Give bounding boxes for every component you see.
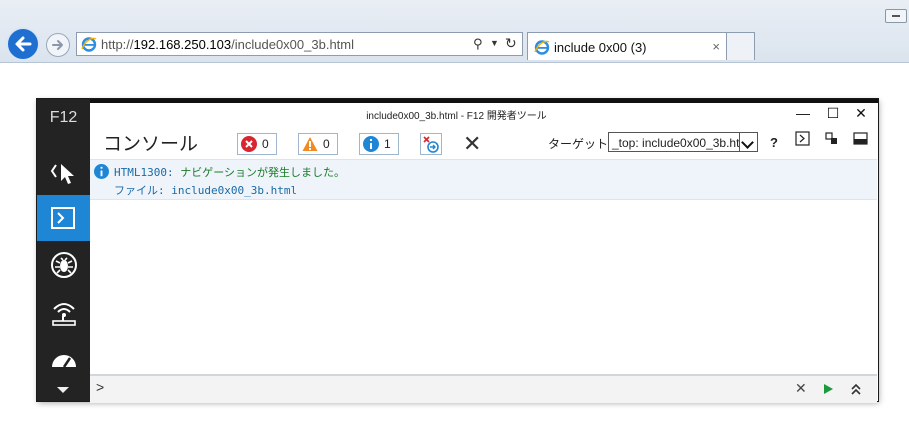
devtools-title: include0x00_3b.html - F12 開発者ツール bbox=[366, 111, 547, 122]
performance-icon bbox=[52, 355, 76, 368]
console-input-bar[interactable]: > ✕ bbox=[90, 374, 877, 403]
url-text: http://192.168.250.103/include0x00_3b.ht… bbox=[101, 37, 354, 52]
console-heading: コンソール bbox=[103, 133, 199, 155]
console-message-text: HTML1300: ナビゲーションが発生しました。 bbox=[114, 164, 345, 180]
run-icon[interactable] bbox=[823, 384, 833, 394]
back-arrow-icon bbox=[15, 36, 32, 52]
url-path: /include0x00_3b.html bbox=[231, 37, 354, 52]
message-file-link[interactable]: include0x00_3b.html bbox=[171, 184, 297, 197]
expand-icon[interactable] bbox=[851, 383, 861, 395]
chevron-down-icon[interactable] bbox=[739, 133, 757, 151]
keep-messages-icon bbox=[423, 136, 439, 153]
debugger-tool[interactable] bbox=[37, 241, 90, 287]
more-tools-chevron-down-icon[interactable] bbox=[57, 387, 69, 393]
target-label: ターゲット: bbox=[548, 137, 612, 151]
error-icon bbox=[241, 136, 257, 152]
back-button[interactable] bbox=[6, 27, 40, 61]
chevron-down-icon[interactable]: ▼ bbox=[490, 38, 499, 48]
f12-label: F12 bbox=[49, 109, 78, 126]
undock-icon[interactable] bbox=[825, 132, 838, 145]
devtools-top-border bbox=[37, 99, 878, 103]
console-message-source: ファイル: include0x00_3b.html bbox=[114, 182, 297, 198]
message-file-label: ファイル: bbox=[114, 184, 165, 197]
warning-icon bbox=[302, 137, 318, 151]
info-filter-button[interactable]: 1 bbox=[359, 133, 399, 155]
console-prompt: > bbox=[96, 379, 105, 395]
ie-icon bbox=[81, 37, 97, 52]
keep-messages-button[interactable] bbox=[420, 133, 442, 155]
forward-arrow-icon bbox=[52, 40, 63, 50]
clear-input-icon[interactable]: ✕ bbox=[795, 380, 807, 397]
minimize-button[interactable]: — bbox=[793, 105, 813, 123]
network-icon bbox=[52, 303, 76, 326]
target-select[interactable]: _top: include0x00_3b.html bbox=[608, 132, 758, 152]
console-tool[interactable] bbox=[37, 195, 90, 241]
address-bar[interactable]: http://192.168.250.103/include0x00_3b.ht… bbox=[76, 32, 523, 56]
dom-explorer-icon bbox=[50, 164, 74, 184]
forward-button[interactable] bbox=[46, 33, 70, 57]
clear-console-button[interactable]: ✕ bbox=[463, 133, 481, 155]
tab-close-button[interactable]: × bbox=[712, 39, 720, 54]
help-icon[interactable]: ? bbox=[770, 135, 778, 150]
info-icon bbox=[363, 136, 379, 152]
browser-chrome: http://192.168.250.103/include0x00_3b.ht… bbox=[0, 0, 909, 63]
debugger-icon bbox=[51, 252, 77, 278]
search-icon[interactable]: ⚲ bbox=[473, 36, 483, 52]
console-toggle-icon[interactable] bbox=[795, 131, 810, 146]
url-scheme: http:// bbox=[101, 37, 134, 52]
window-restore-button[interactable] bbox=[885, 9, 907, 23]
devtools-window: F12 include0x00_3b.html - F12 開発者ツール — ☐… bbox=[37, 99, 878, 403]
warnings-filter-button[interactable]: 0 bbox=[298, 133, 338, 155]
errors-filter-button[interactable]: 0 bbox=[237, 133, 277, 155]
new-tab-button[interactable] bbox=[727, 32, 755, 60]
network-tool[interactable] bbox=[37, 289, 90, 335]
info-count: 1 bbox=[384, 137, 391, 151]
url-host: 192.168.250.103 bbox=[133, 37, 232, 52]
target-select-value: _top: include0x00_3b.html bbox=[612, 136, 753, 150]
devtools-sidebar: F12 bbox=[37, 99, 90, 401]
maximize-button[interactable]: ☐ bbox=[823, 105, 843, 123]
message-text: ナビゲーションが発生しました。 bbox=[180, 166, 346, 179]
close-button[interactable]: ✕ bbox=[851, 105, 871, 123]
browser-tab[interactable]: include 0x00 (3) × bbox=[527, 32, 727, 60]
console-icon bbox=[51, 207, 75, 229]
dom-explorer-tool[interactable] bbox=[37, 149, 90, 195]
info-icon bbox=[94, 164, 109, 179]
console-message[interactable]: HTML1300: ナビゲーションが発生しました。 ファイル: include0… bbox=[90, 159, 877, 200]
performance-tool[interactable] bbox=[37, 337, 90, 383]
refresh-icon[interactable]: ↻ bbox=[505, 35, 517, 52]
dock-bottom-icon[interactable] bbox=[853, 132, 868, 145]
ie-icon bbox=[534, 40, 550, 55]
errors-count: 0 bbox=[262, 137, 269, 151]
warnings-count: 0 bbox=[323, 137, 330, 151]
message-code: HTML1300: bbox=[114, 166, 174, 179]
tab-title: include 0x00 (3) bbox=[554, 40, 647, 55]
